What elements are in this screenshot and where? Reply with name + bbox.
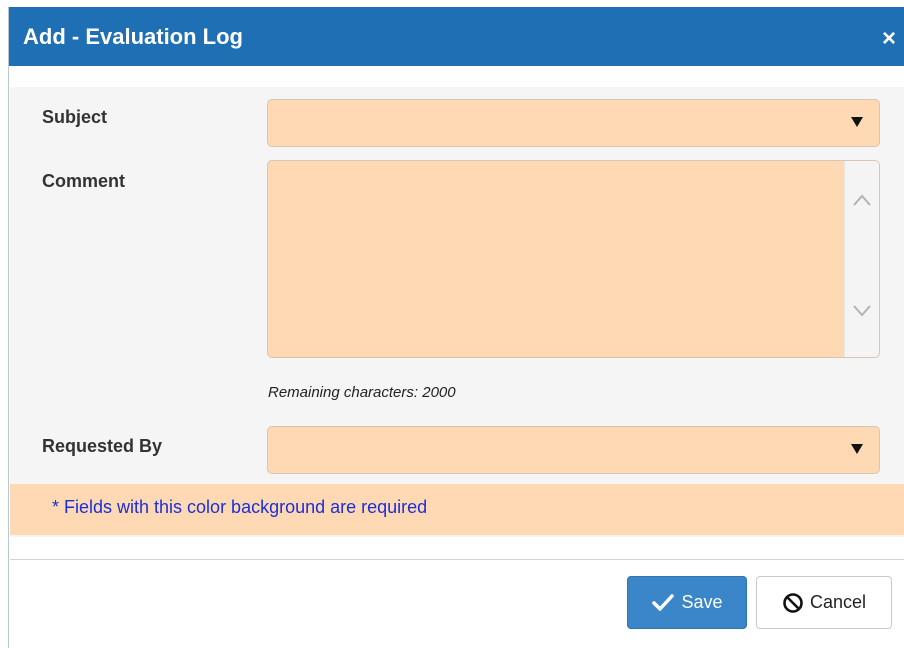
- remaining-characters: Remaining characters: 2000: [268, 384, 456, 401]
- close-icon[interactable]: ×: [882, 26, 896, 51]
- cancel-label: Cancel: [809, 592, 867, 612]
- chevron-down-icon: [851, 117, 863, 127]
- dialog-titlebar: Add - Evaluation Log ×: [9, 7, 904, 66]
- comment-textarea[interactable]: [267, 160, 880, 358]
- chevron-up-icon[interactable]: [853, 194, 871, 206]
- dialog-title: Add - Evaluation Log: [23, 23, 243, 49]
- subject-label: Subject: [42, 107, 108, 127]
- check-icon: [651, 593, 675, 613]
- chevron-down-icon: [851, 444, 863, 454]
- required-note: * Fields with this color background are …: [52, 497, 428, 517]
- requested-by-select[interactable]: [267, 426, 880, 474]
- comment-label: Comment: [42, 171, 126, 191]
- requested-by-label: Requested By: [42, 436, 163, 456]
- chevron-down-icon[interactable]: [853, 305, 871, 317]
- cancel-button[interactable]: Cancel: [756, 576, 892, 629]
- required-note-bar: * Fields with this color background are …: [10, 484, 904, 535]
- form-area: Subject Comment Remaining characters: 20…: [10, 87, 904, 537]
- subject-select[interactable]: [267, 99, 880, 147]
- save-button[interactable]: Save: [627, 576, 747, 629]
- add-evaluation-log-dialog: Add - Evaluation Log × Subject Comment R…: [8, 7, 904, 648]
- ban-icon: [782, 592, 804, 614]
- footer-divider: [10, 559, 904, 560]
- save-label: Save: [681, 592, 723, 612]
- comment-scrollbar[interactable]: [844, 161, 879, 357]
